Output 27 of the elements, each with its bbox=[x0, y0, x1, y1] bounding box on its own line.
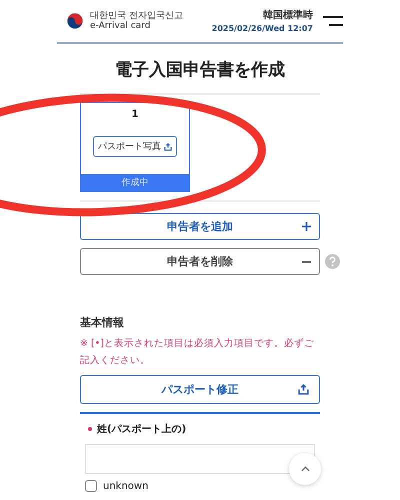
unknown-checkbox[interactable] bbox=[85, 480, 97, 492]
unknown-label: unknown bbox=[103, 480, 148, 492]
field-label: 姓(パスポート上の) bbox=[97, 422, 186, 436]
logo-english-text: e-Arrival card bbox=[90, 21, 152, 32]
surname-input[interactable] bbox=[85, 444, 315, 474]
passport-edit-button[interactable]: パスポート修正 bbox=[80, 375, 320, 404]
passport-photo-button[interactable]: パスポート写真 bbox=[93, 136, 177, 157]
plus-icon bbox=[302, 222, 311, 231]
scroll-top-button[interactable] bbox=[289, 453, 321, 485]
status-bar: 作成中 bbox=[81, 174, 189, 191]
datetime-text: 2025/02/26/Wed 12:07 bbox=[212, 22, 313, 34]
upload-icon bbox=[164, 142, 172, 150]
logo-korean-text: 대한민국 전자입국신고 bbox=[90, 10, 183, 21]
timezone-label: 韓国標準時 bbox=[263, 8, 313, 22]
menu-icon[interactable] bbox=[323, 15, 343, 27]
required-note: ※ [•]と表示された項目は必須入力項目です。必ずご記入ください。 bbox=[80, 337, 315, 368]
applicant-number: 1 bbox=[132, 109, 138, 120]
taegeuk-logo-icon bbox=[67, 13, 83, 29]
chevron-up-icon bbox=[300, 466, 310, 472]
section-title: 基本情報 bbox=[80, 315, 125, 330]
minus-icon bbox=[302, 260, 311, 262]
add-applicant-button[interactable]: 申告者を追加 bbox=[80, 213, 320, 240]
applicant-card[interactable]: 1 パスポート写真 作成中 bbox=[80, 102, 190, 192]
upload-icon bbox=[298, 384, 309, 396]
page-title: 電子入国申告書を作成 bbox=[80, 58, 320, 95]
delete-applicant-button[interactable]: 申告者を削除 bbox=[80, 248, 320, 275]
help-icon[interactable] bbox=[325, 254, 340, 269]
